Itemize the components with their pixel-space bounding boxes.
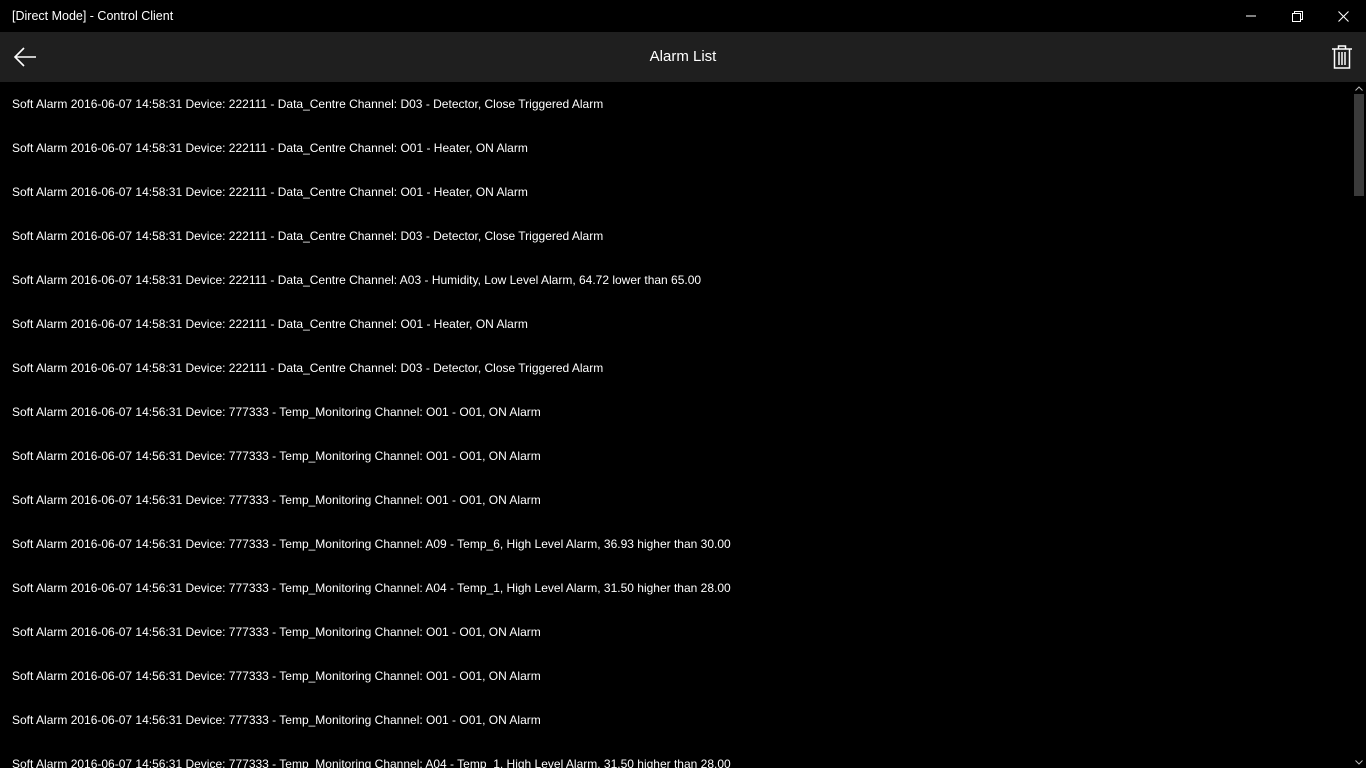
alarm-text: Soft Alarm 2016-06-07 14:56:31 Device: 7… — [12, 405, 541, 419]
scroll-up-button[interactable] — [1352, 82, 1366, 94]
close-icon — [1337, 10, 1349, 22]
alarm-text: Soft Alarm 2016-06-07 14:56:31 Device: 7… — [12, 757, 731, 768]
vertical-scrollbar[interactable] — [1352, 82, 1366, 768]
list-item[interactable]: Soft Alarm 2016-06-07 14:58:31 Device: 2… — [0, 82, 1352, 126]
list-item[interactable]: Soft Alarm 2016-06-07 14:56:31 Device: 7… — [0, 390, 1352, 434]
alarm-text: Soft Alarm 2016-06-07 14:58:31 Device: 2… — [12, 141, 528, 155]
list-item[interactable]: Soft Alarm 2016-06-07 14:58:31 Device: 2… — [0, 346, 1352, 390]
scroll-thumb[interactable] — [1354, 94, 1364, 196]
chevron-down-icon — [1355, 759, 1363, 765]
restore-button[interactable] — [1274, 0, 1320, 32]
list-item[interactable]: Soft Alarm 2016-06-07 14:56:31 Device: 7… — [0, 522, 1352, 566]
list-item[interactable]: Soft Alarm 2016-06-07 14:56:31 Device: 7… — [0, 478, 1352, 522]
alarm-text: Soft Alarm 2016-06-07 14:56:31 Device: 7… — [12, 493, 541, 507]
page-title: Alarm List — [649, 48, 717, 65]
list-item[interactable]: Soft Alarm 2016-06-07 14:58:31 Device: 2… — [0, 126, 1352, 170]
alarm-list[interactable]: Soft Alarm 2016-06-07 14:58:31 Device: 2… — [0, 82, 1352, 768]
list-item[interactable]: Soft Alarm 2016-06-07 14:56:31 Device: 7… — [0, 610, 1352, 654]
alarm-text: Soft Alarm 2016-06-07 14:58:31 Device: 2… — [12, 97, 604, 111]
scroll-down-button[interactable] — [1352, 756, 1366, 768]
app-window: [Direct Mode] - Control Client Alarm Lis… — [0, 0, 1366, 768]
list-item[interactable]: Soft Alarm 2016-06-07 14:58:31 Device: 2… — [0, 258, 1352, 302]
minimize-button[interactable] — [1228, 0, 1274, 32]
alarm-text: Soft Alarm 2016-06-07 14:58:31 Device: 2… — [12, 361, 604, 375]
alarm-text: Soft Alarm 2016-06-07 14:58:31 Device: 2… — [12, 185, 528, 199]
list-item[interactable]: Soft Alarm 2016-06-07 14:56:31 Device: 7… — [0, 654, 1352, 698]
list-item[interactable]: Soft Alarm 2016-06-07 14:58:31 Device: 2… — [0, 214, 1352, 258]
trash-icon — [1332, 45, 1352, 69]
list-item[interactable]: Soft Alarm 2016-06-07 14:56:31 Device: 7… — [0, 742, 1352, 768]
window-title: [Direct Mode] - Control Client — [12, 9, 174, 23]
back-button[interactable] — [0, 32, 50, 82]
alarm-text: Soft Alarm 2016-06-07 14:56:31 Device: 7… — [12, 713, 541, 727]
alarm-text: Soft Alarm 2016-06-07 14:58:31 Device: 2… — [12, 229, 604, 243]
alarm-text: Soft Alarm 2016-06-07 14:56:31 Device: 7… — [12, 537, 731, 551]
minimize-icon — [1246, 15, 1256, 17]
list-item[interactable]: Soft Alarm 2016-06-07 14:56:31 Device: 7… — [0, 698, 1352, 742]
restore-icon — [1291, 10, 1303, 22]
chevron-up-icon — [1355, 85, 1363, 91]
alarm-text: Soft Alarm 2016-06-07 14:56:31 Device: 7… — [12, 669, 541, 683]
list-item[interactable]: Soft Alarm 2016-06-07 14:58:31 Device: 2… — [0, 170, 1352, 214]
alarm-text: Soft Alarm 2016-06-07 14:56:31 Device: 7… — [12, 581, 731, 595]
close-button[interactable] — [1320, 0, 1366, 32]
alarm-text: Soft Alarm 2016-06-07 14:56:31 Device: 7… — [12, 449, 541, 463]
arrow-left-icon — [13, 47, 36, 67]
delete-all-button[interactable] — [1318, 32, 1366, 82]
alarm-text: Soft Alarm 2016-06-07 14:58:31 Device: 2… — [12, 273, 702, 287]
title-bar: [Direct Mode] - Control Client — [0, 0, 1366, 32]
list-item[interactable]: Soft Alarm 2016-06-07 14:56:31 Device: 7… — [0, 434, 1352, 478]
list-item[interactable]: Soft Alarm 2016-06-07 14:56:31 Device: 7… — [0, 566, 1352, 610]
alarm-text: Soft Alarm 2016-06-07 14:56:31 Device: 7… — [12, 625, 541, 639]
alarm-text: Soft Alarm 2016-06-07 14:58:31 Device: 2… — [12, 317, 528, 331]
app-header: Alarm List — [0, 32, 1366, 82]
list-item[interactable]: Soft Alarm 2016-06-07 14:58:31 Device: 2… — [0, 302, 1352, 346]
